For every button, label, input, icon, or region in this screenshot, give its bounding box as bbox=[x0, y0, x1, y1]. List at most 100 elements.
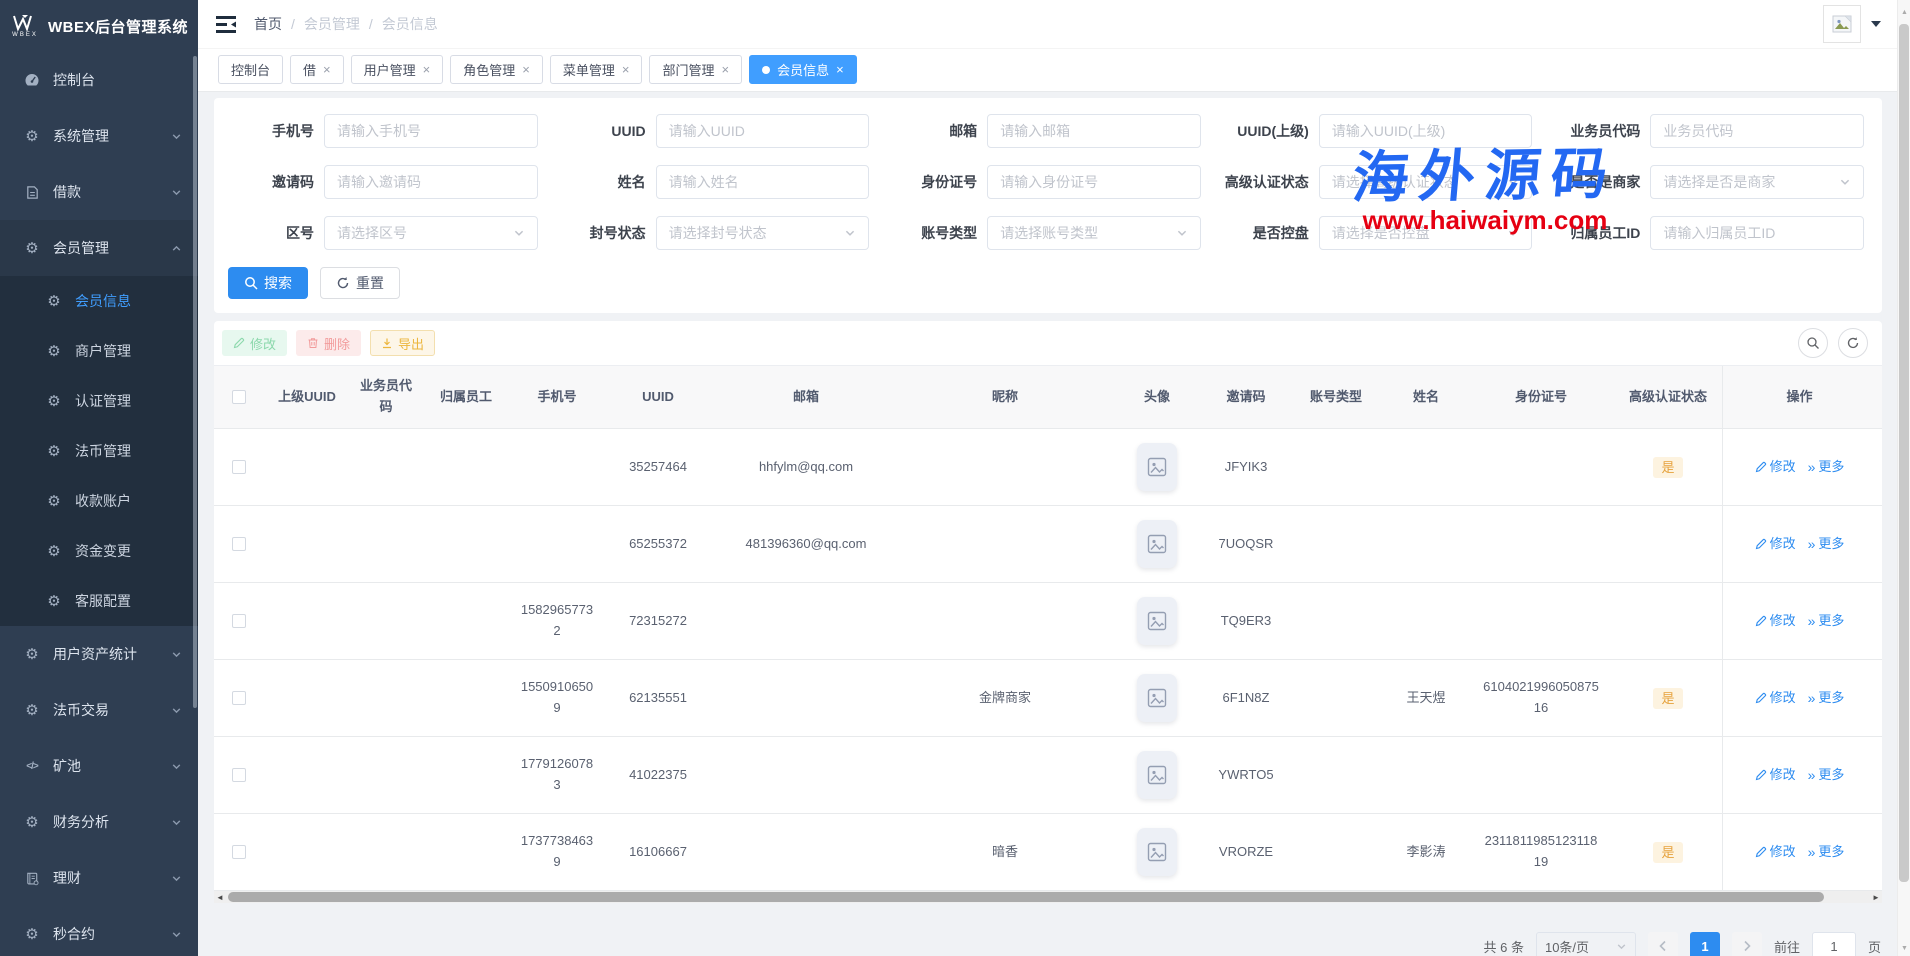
sidebar-item-财务分析[interactable]: ⚙财务分析 bbox=[0, 794, 198, 850]
tab-角色管理[interactable]: 角色管理× bbox=[450, 55, 543, 84]
row-checkbox[interactable] bbox=[232, 614, 246, 628]
delete-button[interactable]: 删除 bbox=[296, 330, 361, 356]
row-checkbox-cell bbox=[214, 814, 264, 890]
sidebar-item-法币交易[interactable]: ⚙法币交易 bbox=[0, 682, 198, 738]
avatar[interactable] bbox=[1823, 5, 1861, 43]
input-邀请码[interactable] bbox=[324, 165, 538, 199]
page-size-select[interactable]: 10条/页 bbox=[1536, 932, 1636, 956]
sidebar-item-会员管理[interactable]: ⚙会员管理 bbox=[0, 220, 198, 276]
row-more-link[interactable]: »更多 bbox=[1808, 688, 1845, 709]
modify-button[interactable]: 修改 bbox=[222, 330, 287, 356]
tab-部门管理[interactable]: 部门管理× bbox=[649, 55, 742, 84]
horizontal-scrollbar[interactable]: ◄ ► bbox=[214, 891, 1882, 903]
close-icon[interactable]: × bbox=[323, 63, 331, 76]
sidebar-item-矿池[interactable]: </>矿池 bbox=[0, 738, 198, 794]
sidebar-item-法币管理[interactable]: ⚙法币管理 bbox=[0, 426, 198, 476]
row-more-link[interactable]: »更多 bbox=[1808, 611, 1845, 632]
tab-用户管理[interactable]: 用户管理× bbox=[351, 55, 444, 84]
sidebar-item-认证管理[interactable]: ⚙认证管理 bbox=[0, 376, 198, 426]
close-icon[interactable]: × bbox=[423, 63, 431, 76]
input-业务员代码[interactable] bbox=[1650, 114, 1864, 148]
input-归属员工ID[interactable] bbox=[1650, 216, 1864, 250]
tab-会员信息[interactable]: 会员信息× bbox=[749, 55, 857, 84]
row-checkbox[interactable] bbox=[232, 460, 246, 474]
row-checkbox[interactable] bbox=[232, 537, 246, 551]
search-button[interactable]: 搜索 bbox=[228, 267, 308, 299]
input-UUID(上级)[interactable] bbox=[1319, 114, 1533, 148]
row-modify-link[interactable]: 修改 bbox=[1755, 457, 1796, 478]
select-是否控盘[interactable]: 请选择是否控盘 bbox=[1319, 216, 1533, 250]
input-姓名[interactable] bbox=[656, 165, 870, 199]
scroll-left-icon[interactable]: ◄ bbox=[214, 891, 226, 903]
sidebar-item-系统管理[interactable]: ⚙系统管理 bbox=[0, 108, 198, 164]
input-身份证号[interactable] bbox=[987, 165, 1201, 199]
select-是否是商家[interactable]: 请选择是否是商家 bbox=[1650, 165, 1864, 199]
row-more-link[interactable]: »更多 bbox=[1808, 842, 1845, 863]
sidebar-item-label: 资金变更 bbox=[75, 541, 131, 561]
active-dot bbox=[762, 66, 770, 74]
reset-button[interactable]: 重置 bbox=[320, 267, 400, 299]
close-icon[interactable]: × bbox=[721, 63, 729, 76]
sidebar-item-用户资产统计[interactable]: ⚙用户资产统计 bbox=[0, 626, 198, 682]
close-icon[interactable]: × bbox=[836, 63, 844, 76]
select-账号类型[interactable]: 请选择账号类型 bbox=[987, 216, 1201, 250]
vertical-scrollbar-thumb[interactable] bbox=[1899, 24, 1909, 882]
export-button[interactable]: 导出 bbox=[370, 330, 435, 356]
row-modify-link[interactable]: 修改 bbox=[1755, 611, 1796, 632]
select-all-checkbox[interactable] bbox=[232, 390, 246, 404]
row-modify-link[interactable]: 修改 bbox=[1755, 688, 1796, 709]
goto-page-input[interactable] bbox=[1812, 932, 1856, 956]
menu-collapse-icon[interactable] bbox=[214, 14, 238, 34]
sidebar-item-控制台[interactable]: 控制台 bbox=[0, 52, 198, 108]
vertical-scrollbar[interactable]: ▲ ▼ bbox=[1897, 0, 1910, 956]
user-dropdown-caret-icon[interactable] bbox=[1871, 21, 1881, 27]
column-header-邮箱: 邮箱 bbox=[712, 366, 900, 428]
breadcrumb-home[interactable]: 首页 bbox=[254, 14, 282, 34]
select-高级认证状态[interactable]: 请选择高级认证状态 bbox=[1319, 165, 1533, 199]
sidebar-item-借款[interactable]: 借款 bbox=[0, 164, 198, 220]
sidebar-item-资金变更[interactable]: ⚙资金变更 bbox=[0, 526, 198, 576]
sidebar-item-收款账户[interactable]: ⚙收款账户 bbox=[0, 476, 198, 526]
scroll-down-icon[interactable]: ▼ bbox=[1898, 942, 1910, 954]
next-page-button[interactable] bbox=[1732, 932, 1762, 956]
tab-菜单管理[interactable]: 菜单管理× bbox=[550, 55, 643, 84]
sidebar-item-理财[interactable]: 理财 bbox=[0, 850, 198, 906]
select-封号状态[interactable]: 请选择封号状态 bbox=[656, 216, 870, 250]
row-modify-link[interactable]: 修改 bbox=[1755, 534, 1796, 555]
row-modify-link[interactable]: 修改 bbox=[1755, 765, 1796, 786]
row-modify-link[interactable]: 修改 bbox=[1755, 842, 1796, 863]
row-checkbox[interactable] bbox=[232, 845, 246, 859]
sidebar-item-客服配置[interactable]: ⚙客服配置 bbox=[0, 576, 198, 626]
prev-page-button[interactable] bbox=[1648, 932, 1678, 956]
horizontal-scrollbar-thumb[interactable] bbox=[228, 892, 1824, 902]
table-refresh-button[interactable] bbox=[1838, 328, 1868, 358]
scroll-up-icon[interactable]: ▲ bbox=[1898, 6, 1910, 18]
sidebar-item-会员信息[interactable]: ⚙会员信息 bbox=[0, 276, 198, 326]
table-search-button[interactable] bbox=[1798, 328, 1828, 358]
scroll-right-icon[interactable]: ► bbox=[1870, 891, 1882, 903]
close-icon[interactable]: × bbox=[522, 63, 530, 76]
cell-superior_uuid bbox=[264, 506, 350, 582]
input-手机号[interactable] bbox=[324, 114, 538, 148]
row-more-link[interactable]: »更多 bbox=[1808, 457, 1845, 478]
sidebar-item-秒合约[interactable]: ⚙秒合约 bbox=[0, 906, 198, 956]
cell-staff bbox=[422, 814, 510, 890]
cell-senior_auth bbox=[1614, 737, 1722, 813]
close-icon[interactable]: × bbox=[622, 63, 630, 76]
select-区号[interactable]: 请选择区号 bbox=[324, 216, 538, 250]
page-number-1[interactable]: 1 bbox=[1690, 932, 1720, 956]
cell-superior_uuid bbox=[264, 583, 350, 659]
sidebar-item-label: 控制台 bbox=[53, 70, 95, 90]
row-more-link[interactable]: »更多 bbox=[1808, 765, 1845, 786]
row-checkbox[interactable] bbox=[232, 691, 246, 705]
row-more-link[interactable]: »更多 bbox=[1808, 534, 1845, 555]
row-checkbox[interactable] bbox=[232, 768, 246, 782]
input-邮箱[interactable] bbox=[987, 114, 1201, 148]
sidebar-item-商户管理[interactable]: ⚙商户管理 bbox=[0, 326, 198, 376]
breadcrumb-member-mgmt[interactable]: 会员管理 bbox=[304, 14, 360, 34]
tab-控制台[interactable]: 控制台 bbox=[218, 55, 283, 84]
sidebar-scrollbar[interactable] bbox=[193, 56, 197, 708]
tab-借[interactable]: 借× bbox=[290, 55, 344, 84]
tab-label: 借 bbox=[303, 60, 316, 79]
input-UUID[interactable] bbox=[656, 114, 870, 148]
